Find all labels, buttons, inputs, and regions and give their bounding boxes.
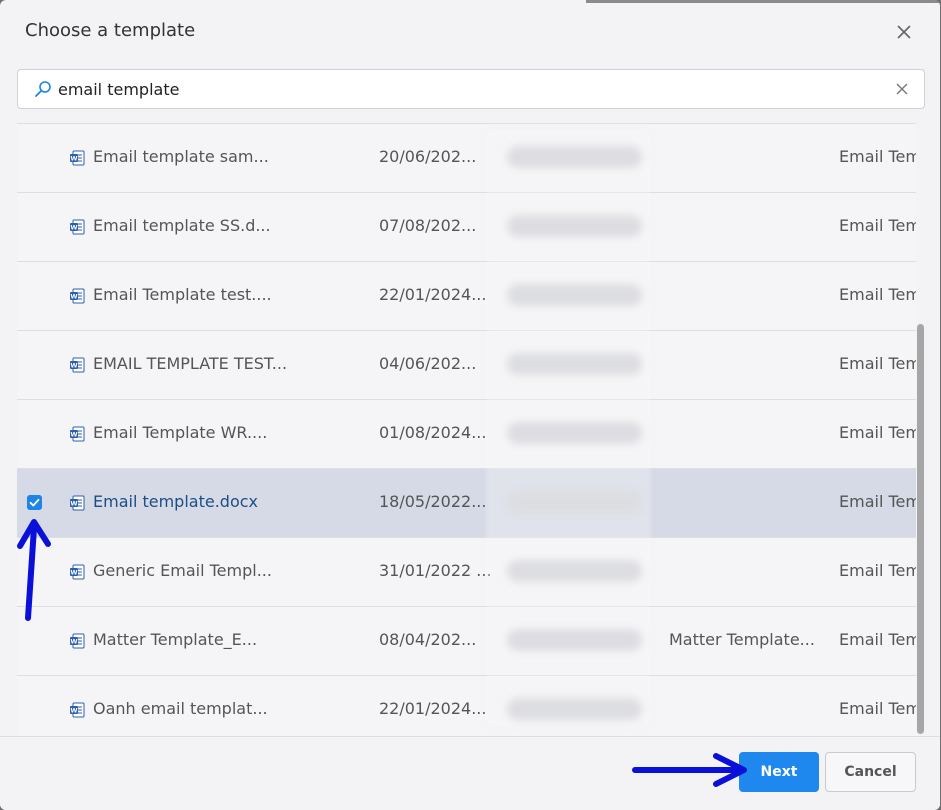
clear-icon[interactable]: [896, 83, 908, 95]
table-row[interactable]: W Matter Template_E... 08/04/202... Matter …: [17, 607, 916, 676]
template-category: Matter Template...: [669, 630, 815, 649]
template-type: Email Tem: [839, 285, 916, 304]
template-type: Email Tem: [839, 699, 916, 718]
word-document-icon: W: [70, 288, 85, 304]
template-name: Oanh email templat...: [93, 699, 268, 718]
annotation-arrow-up: [17, 519, 51, 621]
checkbox[interactable]: [27, 633, 42, 648]
template-type: Email Tem: [839, 216, 916, 235]
template-date: 22/01/2024...: [379, 285, 487, 304]
search-box: [17, 69, 925, 109]
template-date: 01/08/2024...: [379, 423, 487, 442]
template-list: W Email template sam... 20/06/202... Email …: [17, 123, 916, 736]
svg-text:W: W: [70, 638, 77, 646]
svg-text:W: W: [70, 500, 77, 508]
template-type: Email Tem: [839, 354, 916, 373]
checkbox[interactable]: [27, 288, 42, 303]
table-row[interactable]: W Email template.docx 18/05/2022... Email T…: [17, 469, 916, 538]
template-name: Email template.docx: [93, 492, 258, 511]
template-name: Email template SS.d...: [93, 216, 271, 235]
word-document-icon: W: [70, 564, 85, 580]
checkbox[interactable]: [27, 426, 42, 441]
table-row[interactable]: W EMAIL TEMPLATE TEST... 04/06/202... Email…: [17, 331, 916, 400]
svg-text:W: W: [70, 362, 77, 370]
checkbox[interactable]: [27, 150, 42, 165]
template-name: EMAIL TEMPLATE TEST...: [93, 354, 288, 373]
redacted-column: [486, 130, 651, 726]
svg-text:W: W: [70, 431, 77, 439]
cancel-button[interactable]: Cancel: [825, 752, 916, 792]
annotation-arrow-right: [632, 753, 747, 787]
scrollbar-thumb[interactable]: [917, 324, 924, 734]
template-type: Email Tem: [839, 630, 916, 649]
search-input[interactable]: [58, 76, 878, 102]
table-row[interactable]: W Email Template test.... 22/01/2024... Ema…: [17, 262, 916, 331]
word-document-icon: W: [70, 426, 85, 442]
template-date: 07/08/202...: [379, 216, 477, 235]
table-row[interactable]: W Email template SS.d... 07/08/202... Email…: [17, 193, 916, 262]
template-name: Email Template test....: [93, 285, 272, 304]
template-date: 04/06/202...: [379, 354, 477, 373]
word-document-icon: W: [70, 633, 85, 649]
checkbox[interactable]: [27, 357, 42, 372]
close-icon[interactable]: [896, 24, 912, 40]
word-document-icon: W: [70, 702, 85, 718]
dialog-header: Choose a template: [0, 0, 940, 62]
svg-text:W: W: [70, 155, 77, 163]
svg-text:W: W: [70, 569, 77, 577]
svg-text:W: W: [70, 224, 77, 232]
table-row[interactable]: W Oanh email templat... 22/01/2024... Email…: [17, 676, 916, 736]
template-date: 22/01/2024...: [379, 699, 487, 718]
table-row[interactable]: W Email template sam... 20/06/202... Email …: [17, 124, 916, 193]
word-document-icon: W: [70, 357, 85, 373]
template-name: Email template sam...: [93, 147, 269, 166]
dialog-title: Choose a template: [25, 20, 196, 41]
template-name: Email Template WR....: [93, 423, 268, 442]
svg-text:W: W: [70, 293, 77, 301]
choose-template-dialog: Choose a template W Email template sam...…: [0, 0, 940, 810]
template-type: Email Tem: [839, 561, 916, 580]
template-date: 31/01/2022 ...: [379, 561, 492, 580]
svg-text:W: W: [70, 707, 77, 715]
checkbox[interactable]: [27, 219, 42, 234]
template-name: Generic Email Templ...: [93, 561, 272, 580]
template-date: 08/04/202...: [379, 630, 477, 649]
word-document-icon: W: [70, 219, 85, 235]
template-type: Email Tem: [839, 492, 916, 511]
table-row[interactable]: W Email Template WR.... 01/08/2024... Email…: [17, 400, 916, 469]
word-document-icon: W: [70, 495, 85, 511]
template-date: 20/06/202...: [379, 147, 477, 166]
word-document-icon: W: [70, 150, 85, 166]
template-date: 18/05/2022...: [379, 492, 487, 511]
template-type: Email Tem: [839, 147, 916, 166]
template-type: Email Tem: [839, 423, 916, 442]
search-icon: [35, 81, 51, 97]
table-row[interactable]: W Generic Email Templ... 31/01/2022 ... Ema…: [17, 538, 916, 607]
template-name: Matter Template_E...: [93, 630, 258, 649]
checkbox[interactable]: [27, 702, 42, 717]
